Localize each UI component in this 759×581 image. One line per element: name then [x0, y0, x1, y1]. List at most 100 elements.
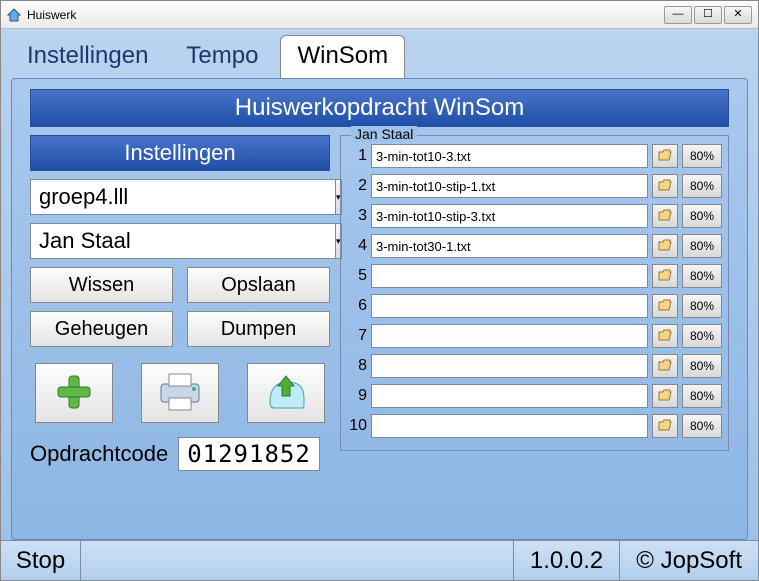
row-number: 1	[347, 147, 367, 165]
file-row: 7 80%	[347, 324, 722, 348]
file-input[interactable]	[371, 144, 648, 168]
statusbar: Stop 1.0.0.2 © JopSoft	[1, 540, 758, 580]
close-button[interactable]: ✕	[724, 6, 752, 24]
maximize-button[interactable]: ☐	[694, 6, 722, 24]
browse-button[interactable]	[652, 174, 678, 198]
file-row: 3 80%	[347, 204, 722, 228]
dumpen-button[interactable]: Dumpen	[187, 311, 330, 347]
folder-open-icon	[658, 329, 672, 344]
folder-open-icon	[658, 149, 672, 164]
file-input[interactable]	[371, 264, 648, 288]
group-input[interactable]	[30, 179, 336, 215]
browse-button[interactable]	[652, 324, 678, 348]
file-row: 9 80%	[347, 384, 722, 408]
folder-open-icon	[658, 359, 672, 374]
wissen-button[interactable]: Wissen	[30, 267, 173, 303]
student-combo: ▾	[30, 223, 330, 259]
tab-instellingen[interactable]: Instellingen	[11, 36, 164, 78]
app-body: Instellingen Tempo WinSom Huiswerkopdrac…	[1, 29, 758, 540]
browse-button[interactable]	[652, 144, 678, 168]
minimize-button[interactable]: —	[664, 6, 692, 24]
file-row: 8 80%	[347, 354, 722, 378]
percent-button[interactable]: 80%	[682, 264, 722, 288]
row-number: 3	[347, 207, 367, 225]
status-spacer	[81, 541, 514, 580]
row-number: 5	[347, 267, 367, 285]
code-label: Opdrachtcode	[30, 441, 168, 467]
percent-button[interactable]: 80%	[682, 384, 722, 408]
browse-button[interactable]	[652, 354, 678, 378]
file-row: 10 80%	[347, 414, 722, 438]
percent-button[interactable]: 80%	[682, 324, 722, 348]
folder-open-icon	[658, 419, 672, 434]
tabstrip: Instellingen Tempo WinSom	[11, 35, 748, 78]
files-legend: Jan Staal	[351, 126, 417, 142]
percent-button[interactable]: 80%	[682, 234, 722, 258]
file-input[interactable]	[371, 204, 648, 228]
folder-open-icon	[658, 299, 672, 314]
printer-icon	[157, 372, 203, 415]
opslaan-button[interactable]: Opslaan	[187, 267, 330, 303]
export-button[interactable]	[247, 363, 325, 423]
folder-open-icon	[658, 239, 672, 254]
file-row: 2 80%	[347, 174, 722, 198]
tab-content: Huiswerkopdracht WinSom Instellingen ▾ ▾…	[11, 78, 748, 540]
row-number: 8	[347, 357, 367, 375]
file-input[interactable]	[371, 384, 648, 408]
file-row: 4 80%	[347, 234, 722, 258]
files-fieldset: Jan Staal 180%280%380%480%580%680%780%88…	[340, 135, 729, 451]
row-number: 4	[347, 237, 367, 255]
print-button[interactable]	[141, 363, 219, 423]
row-number: 9	[347, 387, 367, 405]
group-combo: ▾	[30, 179, 330, 215]
percent-button[interactable]: 80%	[682, 354, 722, 378]
browse-button[interactable]	[652, 294, 678, 318]
plus-icon	[54, 372, 94, 415]
files-panel: Jan Staal 180%280%380%480%580%680%780%88…	[340, 135, 729, 529]
row-number: 6	[347, 297, 367, 315]
export-icon	[264, 372, 308, 415]
file-row: 6 80%	[347, 294, 722, 318]
percent-button[interactable]: 80%	[682, 204, 722, 228]
stop-button[interactable]: Stop	[1, 541, 81, 580]
percent-button[interactable]: 80%	[682, 174, 722, 198]
version-label: 1.0.0.2	[514, 541, 620, 580]
code-value: 01291852	[178, 437, 320, 471]
file-input[interactable]	[371, 414, 648, 438]
file-input[interactable]	[371, 174, 648, 198]
settings-panel: Instellingen ▾ ▾ Wissen Opslaan Ge	[30, 135, 330, 529]
percent-button[interactable]: 80%	[682, 144, 722, 168]
row-number: 2	[347, 177, 367, 195]
window-title: Huiswerk	[27, 8, 76, 22]
folder-open-icon	[658, 179, 672, 194]
page-title: Huiswerkopdracht WinSom	[30, 89, 729, 127]
row-number: 10	[347, 417, 367, 435]
file-input[interactable]	[371, 294, 648, 318]
file-row: 1 80%	[347, 144, 722, 168]
row-number: 7	[347, 327, 367, 345]
browse-button[interactable]	[652, 414, 678, 438]
copyright-label: © JopSoft	[620, 541, 758, 580]
add-button[interactable]	[35, 363, 113, 423]
browse-button[interactable]	[652, 204, 678, 228]
file-input[interactable]	[371, 324, 648, 348]
browse-button[interactable]	[652, 384, 678, 408]
file-input[interactable]	[371, 234, 648, 258]
percent-button[interactable]: 80%	[682, 294, 722, 318]
folder-open-icon	[658, 269, 672, 284]
browse-button[interactable]	[652, 234, 678, 258]
tab-tempo[interactable]: Tempo	[170, 36, 274, 78]
folder-open-icon	[658, 389, 672, 404]
geheugen-button[interactable]: Geheugen	[30, 311, 173, 347]
settings-panel-title: Instellingen	[30, 135, 330, 171]
titlebar: Huiswerk — ☐ ✕	[1, 1, 758, 29]
house-icon	[7, 8, 21, 22]
browse-button[interactable]	[652, 264, 678, 288]
file-row: 5 80%	[347, 264, 722, 288]
folder-open-icon	[658, 209, 672, 224]
app-window: Huiswerk — ☐ ✕ Instellingen Tempo WinSom…	[0, 0, 759, 581]
tab-winsom[interactable]: WinSom	[280, 35, 405, 78]
percent-button[interactable]: 80%	[682, 414, 722, 438]
student-input[interactable]	[30, 223, 336, 259]
file-input[interactable]	[371, 354, 648, 378]
